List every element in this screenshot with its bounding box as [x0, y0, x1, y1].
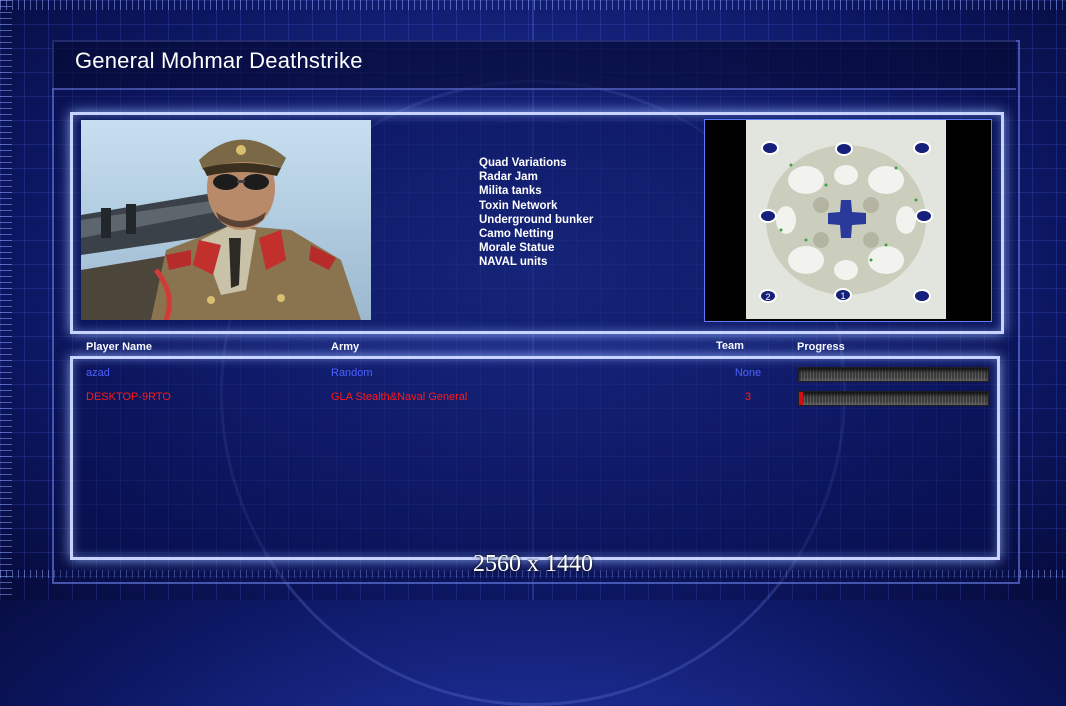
start-position-2: 2	[765, 292, 770, 302]
feature-item: Milita tanks	[479, 185, 542, 198]
left-ruler	[0, 0, 12, 600]
player-army: GLA Stealth&Naval General	[331, 391, 468, 403]
general-portrait	[81, 120, 371, 320]
start-position-1: 1	[840, 291, 845, 301]
player-name: azad	[86, 367, 110, 379]
column-header-player: Player Name	[86, 341, 153, 353]
resolution-label: 2560 x 1440	[473, 551, 593, 577]
feature-item: Underground bunker	[479, 213, 594, 226]
feature-item: Morale Statue	[479, 242, 555, 255]
minimap: 2 1	[746, 120, 946, 319]
player-team: 3	[744, 391, 752, 403]
player-name: DESKTOP-9RTO	[86, 391, 171, 403]
player-progress-bar	[798, 391, 989, 406]
player-row: azad Random None	[0, 367, 1066, 385]
general-name-title: General Mohmar Deathstrike	[75, 48, 363, 73]
player-team: None	[734, 367, 762, 379]
column-header-army: Army	[331, 341, 360, 353]
player-progress-bar	[798, 367, 989, 382]
players-panel	[70, 356, 1000, 560]
feature-item: Toxin Network	[479, 199, 558, 212]
progress-fill	[799, 392, 803, 405]
player-army: Random	[331, 367, 373, 379]
feature-item: Camo Netting	[479, 228, 554, 241]
feature-item: Radar Jam	[479, 171, 538, 184]
column-header-progress: Progress	[797, 341, 845, 353]
player-row: DESKTOP-9RTO GLA Stealth&Naval General 3	[0, 391, 1066, 409]
feature-item: NAVAL units	[479, 256, 548, 269]
feature-item: Quad Variations	[479, 157, 567, 169]
column-header-team: Team	[716, 340, 744, 352]
general-features-list: Quad Variations Radar Jam Milita tanks T…	[479, 156, 593, 270]
